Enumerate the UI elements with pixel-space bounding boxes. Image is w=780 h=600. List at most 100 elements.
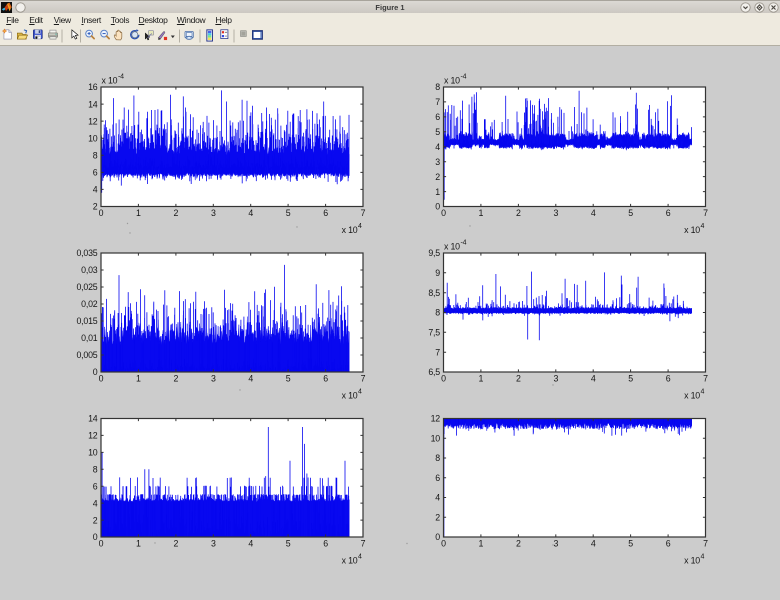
svg-text:4: 4 [248,374,253,384]
svg-text:x 10: x 10 [684,556,700,566]
svg-text:4: 4 [591,208,596,218]
svg-text:-4: -4 [461,240,467,247]
svg-text:6: 6 [666,539,671,549]
svg-text:9,5: 9,5 [428,248,440,258]
svg-text:7: 7 [361,208,366,218]
svg-text:4: 4 [248,208,253,218]
svg-text:2: 2 [174,208,179,218]
svg-text:1: 1 [435,187,440,197]
svg-text:0,035: 0,035 [76,248,97,258]
svg-text:14: 14 [88,99,98,109]
svg-text:9: 9 [435,268,440,278]
svg-text:0,02: 0,02 [81,299,98,309]
svg-text:1: 1 [479,539,484,549]
svg-text:0: 0 [441,374,446,384]
svg-text:4: 4 [701,223,705,230]
svg-text:1: 1 [136,539,141,549]
svg-text:10: 10 [431,433,441,443]
svg-text:0: 0 [99,208,104,218]
svg-text:7: 7 [435,347,440,357]
svg-text:1: 1 [479,208,484,218]
svg-text:2: 2 [435,512,440,522]
svg-text:4: 4 [358,223,362,230]
svg-text:3: 3 [211,374,216,384]
svg-text:1: 1 [479,374,484,384]
svg-text:3: 3 [553,374,558,384]
svg-text:8: 8 [93,151,98,161]
svg-text:3: 3 [553,208,558,218]
svg-text:0: 0 [441,539,446,549]
svg-text:5: 5 [628,539,633,549]
svg-text:7: 7 [361,374,366,384]
svg-text:8,5: 8,5 [428,288,440,298]
svg-text:4: 4 [93,498,98,508]
svg-text:4: 4 [591,539,596,549]
svg-text:4: 4 [701,389,705,396]
svg-text:3: 3 [211,208,216,218]
svg-text:4: 4 [591,374,596,384]
svg-text:x 10: x 10 [342,556,358,566]
svg-text:7: 7 [703,539,708,549]
svg-text:6: 6 [435,473,440,483]
svg-text:7: 7 [703,208,708,218]
svg-text:6: 6 [435,112,440,122]
svg-text:5: 5 [286,539,291,549]
svg-text:2: 2 [93,202,98,212]
svg-text:x 10: x 10 [102,76,118,86]
svg-text:0: 0 [441,208,446,218]
svg-text:2: 2 [516,208,521,218]
svg-text:7,5: 7,5 [428,328,440,338]
svg-text:-4: -4 [461,74,467,81]
svg-text:0: 0 [435,532,440,542]
svg-text:x 10: x 10 [444,76,460,86]
svg-text:2: 2 [93,515,98,525]
svg-text:5: 5 [286,208,291,218]
svg-text:8: 8 [435,308,440,318]
svg-text:7: 7 [703,374,708,384]
svg-text:0,025: 0,025 [76,282,97,292]
svg-text:14: 14 [88,414,98,424]
svg-text:3: 3 [435,157,440,167]
svg-text:2: 2 [174,374,179,384]
svg-text:16: 16 [88,82,98,92]
svg-text:0,005: 0,005 [76,350,97,360]
svg-text:6: 6 [666,208,671,218]
svg-text:2: 2 [516,374,521,384]
svg-text:1: 1 [136,208,141,218]
svg-text:5: 5 [628,208,633,218]
svg-text:3: 3 [211,539,216,549]
svg-text:8: 8 [93,465,98,475]
svg-text:10: 10 [88,448,98,458]
svg-text:12: 12 [88,431,98,441]
svg-text:6: 6 [666,374,671,384]
svg-text:0: 0 [435,202,440,212]
svg-text:0: 0 [99,539,104,549]
svg-text:5: 5 [286,374,291,384]
svg-text:3: 3 [553,539,558,549]
svg-text:0,01: 0,01 [81,333,98,343]
svg-text:6: 6 [323,539,328,549]
svg-text:6: 6 [93,481,98,491]
svg-text:4: 4 [435,493,440,503]
svg-text:4: 4 [701,554,705,561]
svg-text:1: 1 [136,374,141,384]
svg-text:5: 5 [435,127,440,137]
svg-text:4: 4 [358,389,362,396]
svg-text:2: 2 [516,539,521,549]
svg-text:6,5: 6,5 [428,367,440,377]
svg-text:4: 4 [93,185,98,195]
svg-text:x 10: x 10 [444,242,460,252]
svg-text:0,03: 0,03 [81,265,98,275]
svg-text:0,015: 0,015 [76,316,97,326]
svg-text:0: 0 [93,367,98,377]
svg-text:2: 2 [435,172,440,182]
svg-text:x 10: x 10 [684,225,700,235]
svg-text:4: 4 [358,554,362,561]
svg-text:12: 12 [88,116,98,126]
svg-text:10: 10 [88,133,98,143]
svg-text:4: 4 [248,539,253,549]
svg-text:7: 7 [435,97,440,107]
svg-text:6: 6 [93,168,98,178]
svg-text:8: 8 [435,82,440,92]
svg-text:5: 5 [628,374,633,384]
